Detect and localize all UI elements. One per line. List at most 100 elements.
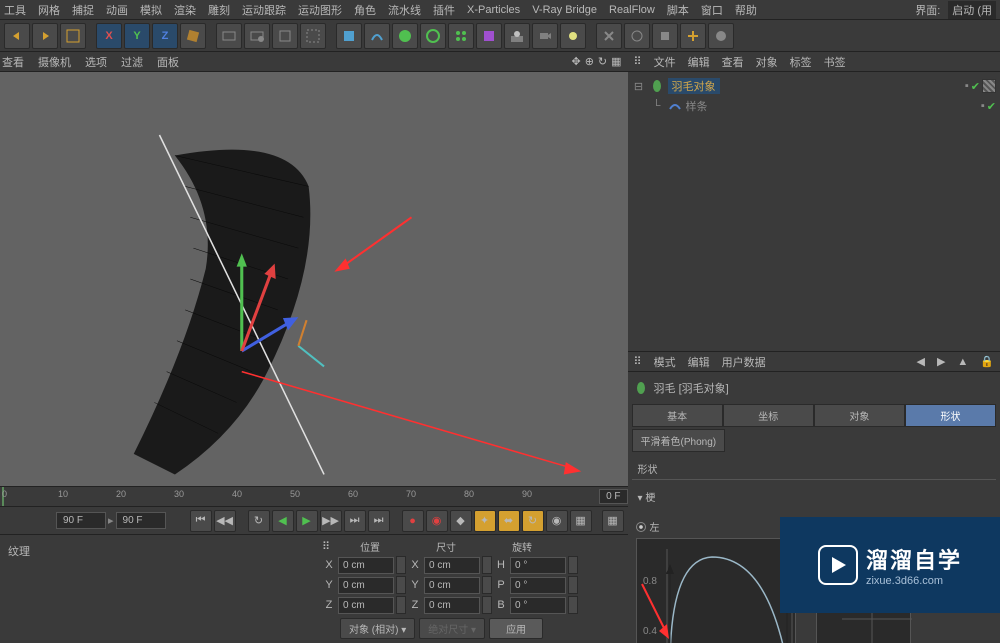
curve-graph-left[interactable]: 0.8 0.4 (636, 538, 796, 643)
vis-render-icon-2[interactable]: ✔ (987, 100, 996, 113)
loop-button[interactable]: ↻ (248, 510, 270, 532)
spline-button[interactable] (364, 23, 390, 49)
tool-misc4-button[interactable] (680, 23, 706, 49)
vp-zoom-icon[interactable]: ⊕ (585, 55, 594, 68)
rot-b-spinner[interactable] (568, 596, 578, 614)
layout-value[interactable]: 启动 (用 (948, 1, 996, 19)
sound-button[interactable]: ▦ (602, 510, 624, 532)
subtab-phong[interactable]: 平滑着色(Phong) (632, 429, 726, 452)
prev-key-button[interactable]: ◀◀ (214, 510, 236, 532)
menu-script[interactable]: 脚本 (667, 2, 689, 18)
tool-misc2-button[interactable] (624, 23, 650, 49)
menu-sculpt[interactable]: 雕刻 (208, 2, 230, 18)
om-menu-view[interactable]: 查看 (722, 54, 744, 70)
am-grip-icon[interactable]: ⠿ (634, 355, 642, 368)
tab-coord[interactable]: 坐标 (723, 404, 814, 427)
render-settings-button[interactable] (272, 23, 298, 49)
rot-p-input[interactable] (510, 577, 566, 594)
menu-mesh[interactable]: 网格 (38, 2, 60, 18)
next-key-button[interactable]: ⏭ (344, 510, 366, 532)
camera-button[interactable] (532, 23, 558, 49)
autokey-button[interactable]: ◉ (426, 510, 448, 532)
pos-z-input[interactable] (338, 597, 394, 614)
next-frame-button[interactable]: ▶▶ (320, 510, 342, 532)
am-menu-edit[interactable]: 编辑 (688, 354, 710, 370)
menu-mtrack[interactable]: 运动跟踪 (242, 2, 286, 18)
size-x-input[interactable] (424, 557, 480, 574)
am-menu-mode[interactable]: 模式 (654, 354, 676, 370)
vp-rotate-icon[interactable]: ↻ (598, 55, 607, 68)
menu-window[interactable]: 窗口 (701, 2, 723, 18)
menu-snap[interactable]: 捕捉 (72, 2, 94, 18)
object-manager-tree[interactable]: ⊟ 羽毛对象 ▪ ✔ └ 样条 ▪ ✔ (628, 72, 1000, 352)
radio-left[interactable]: 左 (636, 519, 796, 534)
size-z-input[interactable] (424, 597, 480, 614)
goto-start-button[interactable]: ⏮ (190, 510, 212, 532)
vp-menu-camera[interactable]: 摄像机 (38, 54, 71, 70)
vis-editor-icon[interactable]: ▪ (965, 80, 969, 92)
viewport-3d[interactable] (0, 72, 628, 486)
vp-menu-options[interactable]: 选项 (85, 54, 107, 70)
keyframe-sel-button[interactable]: ◆ (450, 510, 472, 532)
om-menu-tags[interactable]: 标签 (790, 54, 812, 70)
pos-y-spinner[interactable] (396, 576, 406, 594)
render-region-button[interactable] (300, 23, 326, 49)
pos-y-input[interactable] (338, 577, 394, 594)
axis-z-button[interactable]: Z (152, 23, 178, 49)
array-button[interactable] (448, 23, 474, 49)
key-pla-button[interactable]: ▦ (570, 510, 592, 532)
object-name-feather[interactable]: 羽毛对象 (668, 78, 720, 94)
tool-misc1-button[interactable] (596, 23, 622, 49)
vp-menu-filter[interactable]: 过滤 (121, 54, 143, 70)
rot-h-spinner[interactable] (568, 556, 578, 574)
play-back-button[interactable]: ◀ (272, 510, 294, 532)
goto-end-button[interactable]: ⏭ (368, 510, 390, 532)
vis-render-icon[interactable]: ✔ (971, 80, 980, 93)
am-nav-back-icon[interactable]: ◀ (916, 355, 924, 368)
pos-z-spinner[interactable] (396, 596, 406, 614)
am-lock-icon[interactable]: 🔒 (980, 355, 994, 368)
select-button[interactable] (60, 23, 86, 49)
deformer-button[interactable] (476, 23, 502, 49)
axis-y-button[interactable]: Y (124, 23, 150, 49)
rot-h-input[interactable] (510, 557, 566, 574)
om-menu-bookmark[interactable]: 书签 (824, 54, 846, 70)
menu-render[interactable]: 渲染 (174, 2, 196, 18)
menu-xpart[interactable]: X-Particles (467, 4, 520, 16)
axis-x-button[interactable]: X (96, 23, 122, 49)
menu-realflow[interactable]: RealFlow (609, 4, 655, 16)
tree-collapse-icon[interactable]: ⊟ (632, 80, 646, 93)
key-scale-button[interactable]: ⬌ (498, 510, 520, 532)
rot-b-input[interactable] (510, 597, 566, 614)
apply-button[interactable]: 应用 (489, 618, 543, 639)
key-pos-button[interactable]: ✦ (474, 510, 496, 532)
generator2-button[interactable] (420, 23, 446, 49)
menu-tools[interactable]: 工具 (4, 2, 26, 18)
generator-button[interactable] (392, 23, 418, 49)
menu-pipe[interactable]: 流水线 (388, 2, 421, 18)
object-row-feather[interactable]: ⊟ 羽毛对象 ▪ ✔ (632, 76, 996, 96)
vp-menu-panel[interactable]: 面板 (157, 54, 179, 70)
redo-button[interactable] (32, 23, 58, 49)
tab-basic[interactable]: 基本 (632, 404, 723, 427)
render-view-button[interactable] (216, 23, 242, 49)
am-menu-userdata[interactable]: 用户数据 (722, 354, 766, 370)
am-nav-fwd-icon[interactable]: ▶ (937, 355, 945, 368)
menu-anim[interactable]: 动画 (106, 2, 128, 18)
rot-p-spinner[interactable] (568, 576, 578, 594)
pos-x-input[interactable] (338, 557, 394, 574)
om-menu-edit[interactable]: 编辑 (688, 54, 710, 70)
end-frame-input[interactable]: 90 F (116, 512, 166, 529)
size-mode-dropdown[interactable]: 绝对尺寸 ▾ (419, 618, 485, 639)
menu-help[interactable]: 帮助 (735, 2, 757, 18)
menu-vray[interactable]: V-Ray Bridge (532, 4, 597, 16)
light-button[interactable] (560, 23, 586, 49)
menu-mograph[interactable]: 运动图形 (298, 2, 342, 18)
key-param-button[interactable]: ◉ (546, 510, 568, 532)
tool-misc5-button[interactable] (708, 23, 734, 49)
section-quill-header[interactable]: ▾ 梗 (632, 486, 996, 507)
om-menu-file[interactable]: 文件 (654, 54, 676, 70)
record-button[interactable]: ● (402, 510, 424, 532)
phong-tag-icon[interactable] (982, 79, 996, 93)
play-fwd-button[interactable]: ▶ (296, 510, 318, 532)
